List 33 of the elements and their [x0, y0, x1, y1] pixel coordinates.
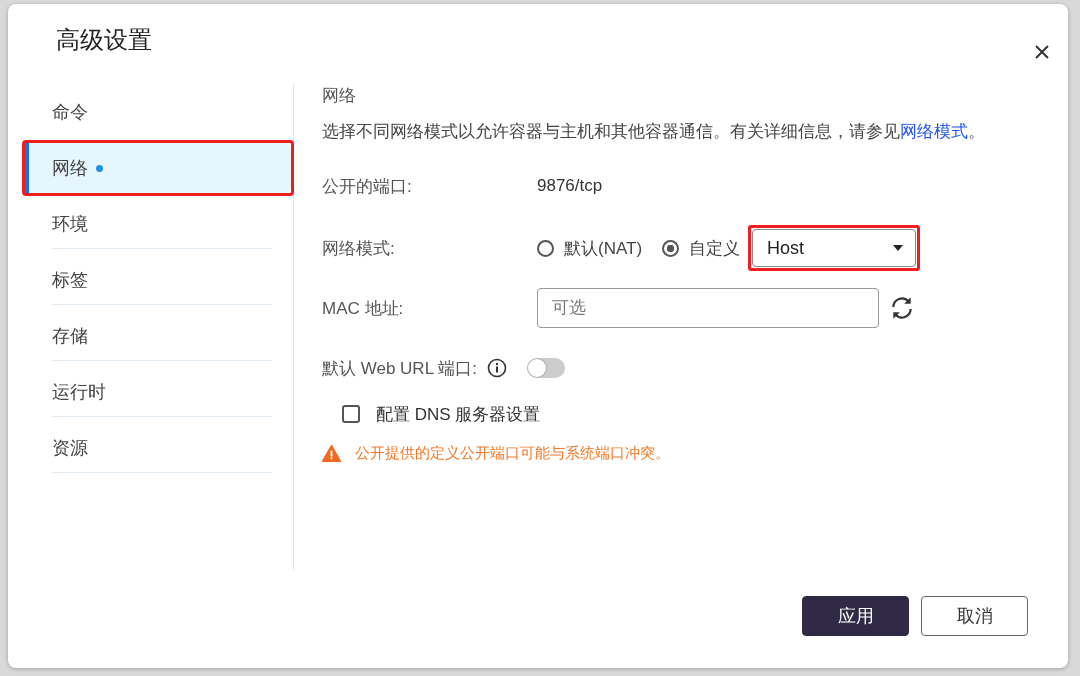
apply-button[interactable]: 应用: [802, 596, 909, 636]
sidebar-item[interactable]: 命令: [25, 87, 291, 137]
warning-icon: [322, 445, 341, 462]
description-text: 选择不同网络模式以允许容器与主机和其他容器通信。有关详细信息，请参见网络模式。: [322, 121, 986, 143]
mac-address-field[interactable]: 可选: [537, 288, 879, 328]
port-value: 9876/tcp: [537, 176, 603, 196]
radio-button[interactable]: [662, 239, 680, 257]
radio-button[interactable]: [537, 239, 554, 257]
info-icon[interactable]: [486, 358, 507, 378]
dialog-title: 高级设置: [56, 25, 152, 55]
sidebar-item[interactable]: 环境: [52, 199, 272, 249]
caret-icon: [893, 245, 904, 251]
field-label: 网络模式:: [322, 237, 396, 260]
refresh-icon[interactable]: [889, 295, 915, 321]
cancel-button[interactable]: 取消: [921, 596, 1028, 636]
close-icon[interactable]: [1034, 44, 1050, 60]
sidebar-item[interactable]: 存储: [52, 311, 272, 361]
network-mode-dropdown[interactable]: Host: [752, 229, 917, 267]
field-label: 默认 Web URL 端口:: [322, 357, 477, 380]
sidebar-item[interactable]: 标签: [52, 255, 272, 305]
sidebar-item[interactable]: 资源: [52, 423, 272, 473]
help-link[interactable]: 网络模式: [900, 122, 968, 141]
radio-label: 自定义: [689, 237, 741, 260]
field-label: MAC 地址:: [322, 297, 405, 320]
sidebar-item[interactable]: 运行时: [52, 367, 272, 417]
checkbox[interactable]: [342, 405, 360, 423]
sidebar-item[interactable]: 网络: [25, 143, 291, 193]
toggle-switch[interactable]: [526, 358, 565, 378]
checkbox-label: 配置 DNS 服务器设置: [376, 403, 541, 426]
radio-label: 默认(NAT): [564, 237, 643, 260]
section-heading: 网络: [322, 85, 357, 107]
warning-message: 公开提供的定义公开端口可能与系统端口冲突。: [355, 444, 670, 463]
field-label: 公开的端口:: [322, 175, 413, 198]
